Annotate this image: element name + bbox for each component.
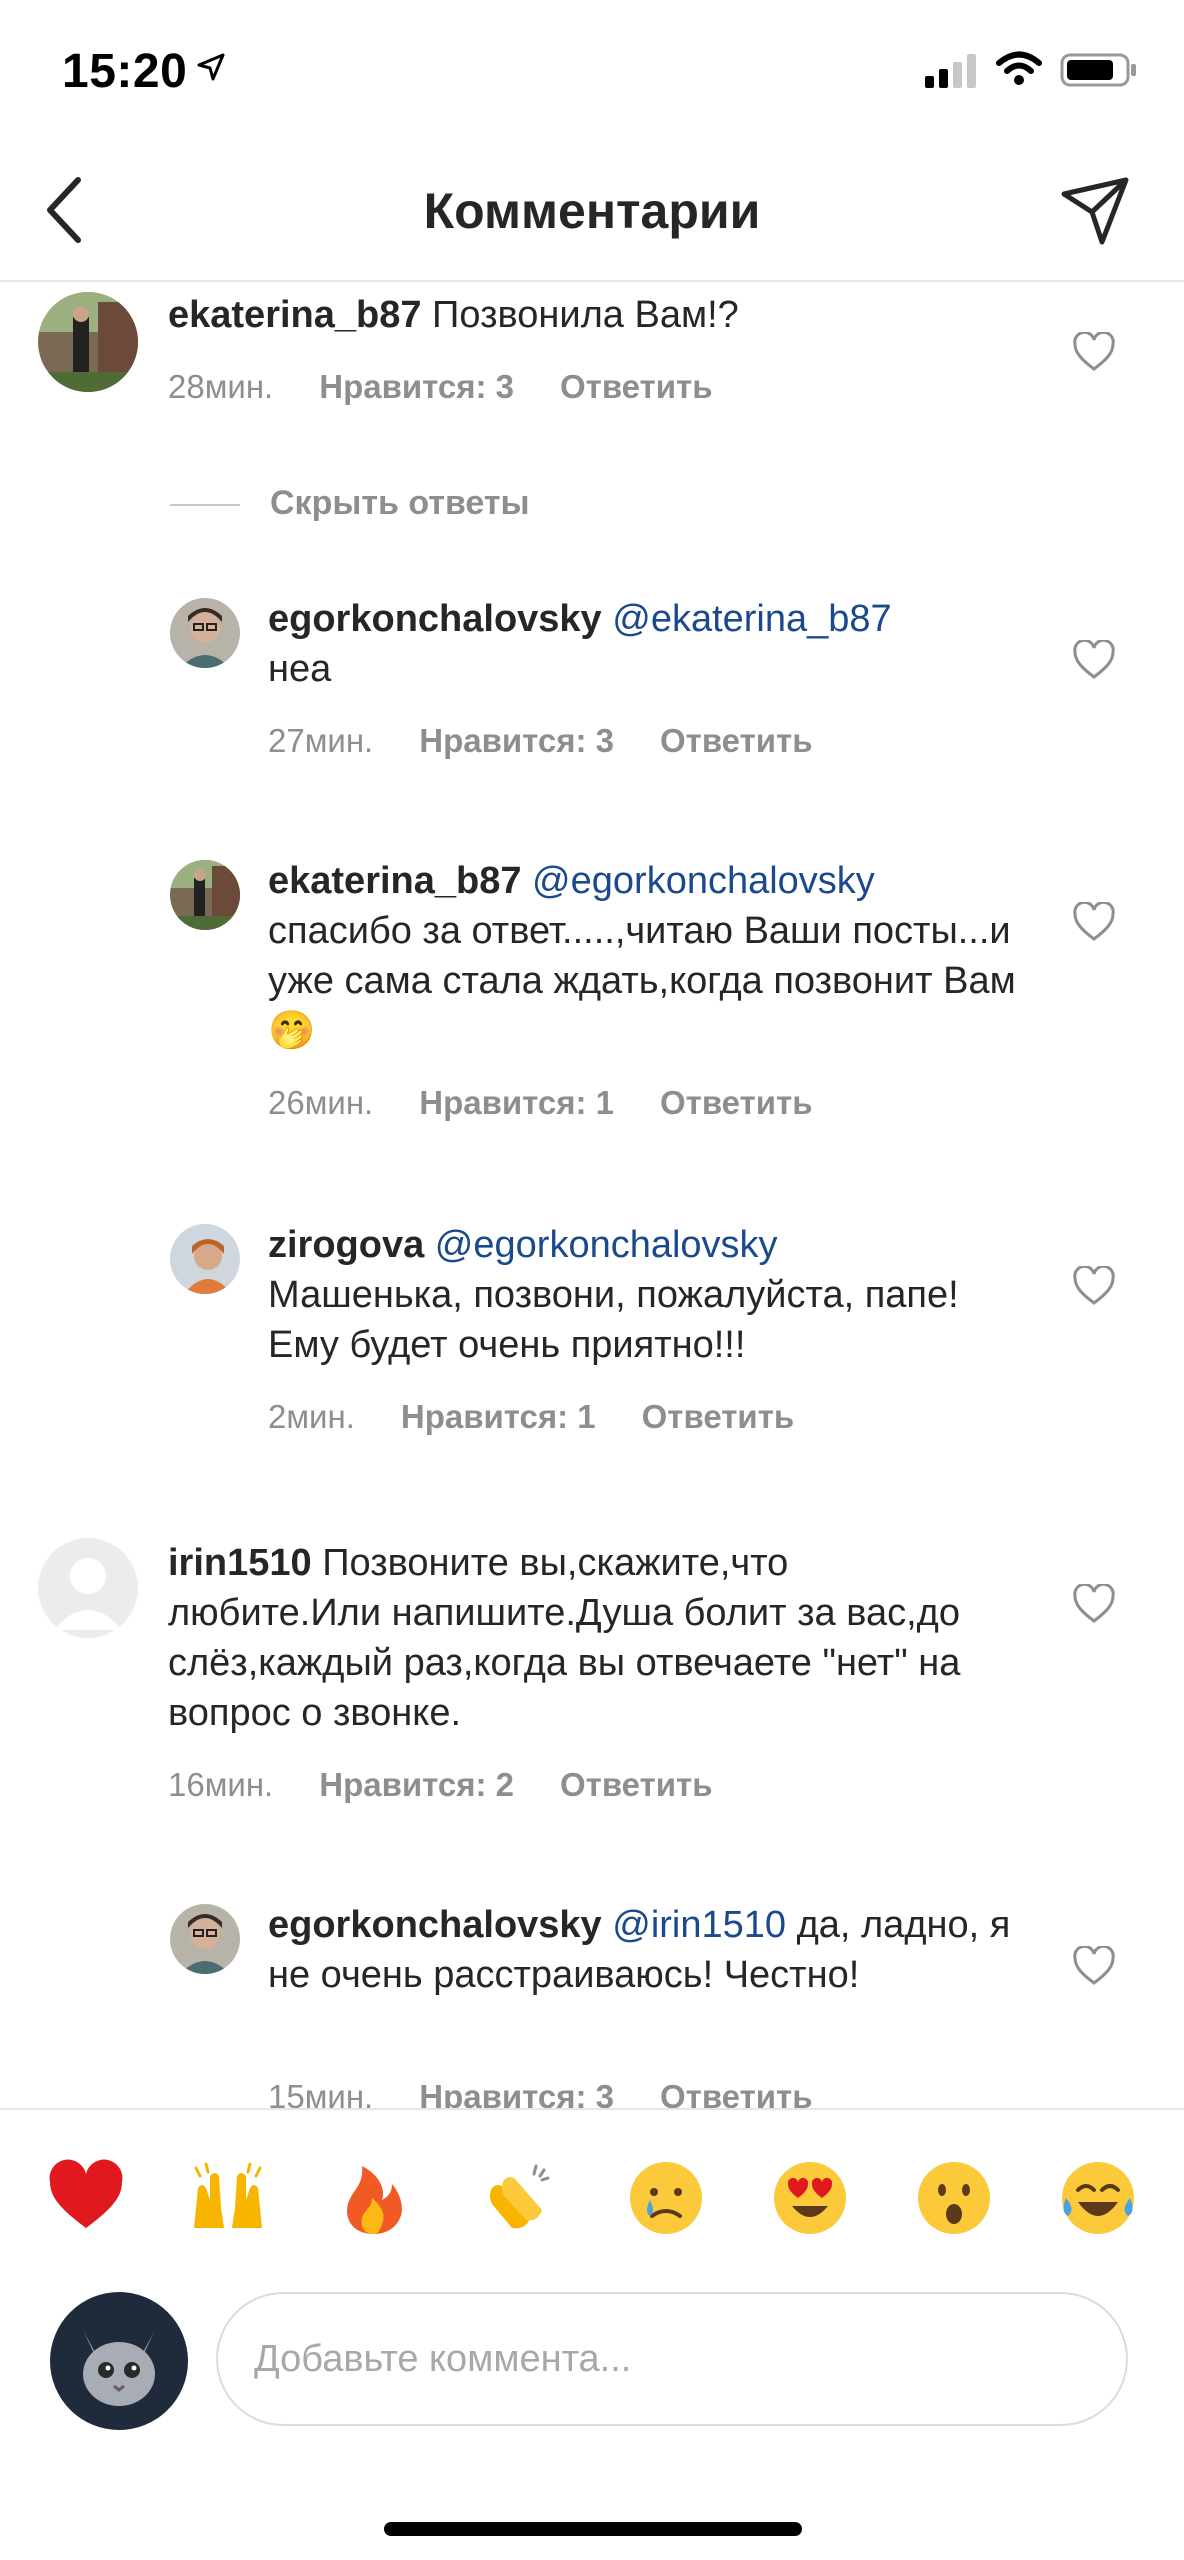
comment-username[interactable]: ekaterina_b87 <box>268 860 522 902</box>
comment-text: egorkonchalovsky @ekaterina_b87 неа <box>268 594 1008 694</box>
heart-icon[interactable] <box>1072 1266 1116 1306</box>
mention-link[interactable]: @ekaterina_b87 <box>602 598 891 640</box>
status-bar: 15:20 <box>0 0 1184 140</box>
comment-username[interactable]: zirogova <box>268 1224 424 1266</box>
comment-username[interactable]: irin1510 <box>168 1542 312 1584</box>
comment-likes[interactable]: Нравится: 3 <box>419 722 614 759</box>
comment-text: zirogova @egorkonchalovsky Машенька, позв… <box>268 1220 1028 1370</box>
avatar[interactable] <box>170 1904 240 1974</box>
avatar[interactable] <box>170 860 240 930</box>
heart-icon[interactable] <box>1072 902 1116 942</box>
header: Комментарии <box>0 140 1184 282</box>
comment-username[interactable]: egorkonchalovsky <box>268 1904 602 1946</box>
crying-face-icon[interactable] <box>626 2158 706 2238</box>
avatar[interactable] <box>170 598 240 668</box>
mention-link[interactable]: @irin1510 <box>602 1904 786 1946</box>
location-arrow-icon <box>197 53 225 81</box>
comment-text: ekaterina_b87 Позвонила Вам!? <box>168 290 1048 340</box>
reply-button[interactable]: Ответить <box>660 2078 813 2108</box>
comment-time: 26мин. <box>268 1084 374 1121</box>
comment-time: 2мин. <box>268 1398 355 1435</box>
paper-plane-icon[interactable] <box>1058 174 1132 248</box>
comment-username[interactable]: ekaterina_b87 <box>168 294 422 336</box>
comment-body: Позвонила Вам!? <box>421 294 739 336</box>
comment-likes[interactable]: Нравится: 3 <box>419 2078 614 2108</box>
fire-icon[interactable] <box>334 2158 414 2238</box>
comment-likes[interactable]: Нравится: 1 <box>419 1084 614 1121</box>
reply-button[interactable]: Ответить <box>560 1766 713 1803</box>
battery-icon <box>1060 53 1136 87</box>
comment-username[interactable]: egorkonchalovsky <box>268 598 602 640</box>
avatar[interactable] <box>170 1224 240 1294</box>
surprised-face-icon[interactable] <box>914 2158 994 2238</box>
avatar[interactable] <box>50 2292 188 2430</box>
comment-likes[interactable]: Нравится: 2 <box>319 1766 514 1803</box>
comment-body: Машенька, позвони, пожалуйста, папе! Ему… <box>268 1274 959 1366</box>
hide-replies-button[interactable]: Скрыть ответы <box>270 484 530 523</box>
clapping-hands-icon[interactable] <box>478 2158 558 2238</box>
comment-text: egorkonchalovsky @irin1510 да, ладно, я … <box>268 1900 1028 2000</box>
comment-time: 16мин. <box>168 1766 274 1803</box>
heart-icon[interactable] <box>1072 1584 1116 1624</box>
comment-meta: 2мин. Нравится: 1 Ответить <box>268 1398 840 1436</box>
heart-icon[interactable] <box>1072 640 1116 680</box>
cellular-signal-icon <box>925 54 976 88</box>
comment-meta: 26мин. Нравится: 1 Ответить <box>268 1084 859 1122</box>
comment-text: irin1510 Позвоните вы,скажите,что любите… <box>168 1538 1008 1738</box>
heart-eyes-face-icon[interactable] <box>770 2158 850 2238</box>
tears-of-joy-face-icon[interactable] <box>1058 2158 1138 2238</box>
reply-button[interactable]: Ответить <box>660 722 813 759</box>
raising-hands-icon[interactable] <box>188 2158 268 2238</box>
comment-meta: 28мин. Нравится: 3 Ответить <box>168 368 759 406</box>
face-with-hand-over-mouth-icon: 🤭 <box>268 1010 316 1052</box>
reply-button[interactable]: Ответить <box>560 368 713 405</box>
emoji-bar <box>0 2108 1184 2282</box>
comment-body: спасибо за ответ.....,читаю Ваши посты..… <box>268 910 1016 1002</box>
comment-likes[interactable]: Нравится: 3 <box>319 368 514 405</box>
page-title: Комментарии <box>423 183 761 239</box>
comment-input[interactable] <box>216 2292 1128 2426</box>
comment-likes[interactable]: Нравится: 1 <box>401 1398 596 1435</box>
comment-list[interactable]: ekaterina_b87 Позвонила Вам!? 28мин. Нрав… <box>0 282 1184 2108</box>
comment-meta: 27мин. Нравится: 3 Ответить <box>268 722 859 760</box>
red-heart-icon[interactable] <box>46 2158 126 2238</box>
comment-time: 27мин. <box>268 722 374 759</box>
status-time: 15:20 <box>62 45 188 98</box>
comment-body: неа <box>268 648 332 690</box>
reply-button[interactable]: Ответить <box>660 1084 813 1121</box>
home-indicator[interactable] <box>384 2522 802 2536</box>
mention-link[interactable]: @egorkonchalovsky <box>522 860 875 902</box>
wifi-icon <box>996 51 1042 85</box>
mention-link[interactable]: @egorkonchalovsky <box>424 1224 778 1266</box>
comment-time: 28мин. <box>168 368 274 405</box>
comment-time: 15мин. <box>268 2078 374 2108</box>
comment-meta: 16мин. Нравится: 2 Ответить <box>168 1766 759 1804</box>
comment-text: ekaterina_b87 @egorkonchalovsky спасибо з… <box>268 856 1028 1056</box>
heart-icon[interactable] <box>1072 332 1116 372</box>
comment-meta: 15мин. Нравится: 3 Ответить <box>268 2078 859 2108</box>
reply-button[interactable]: Ответить <box>642 1398 795 1435</box>
avatar[interactable] <box>38 1538 138 1638</box>
heart-icon[interactable] <box>1072 1946 1116 1986</box>
avatar[interactable] <box>38 292 138 392</box>
divider <box>170 504 240 506</box>
